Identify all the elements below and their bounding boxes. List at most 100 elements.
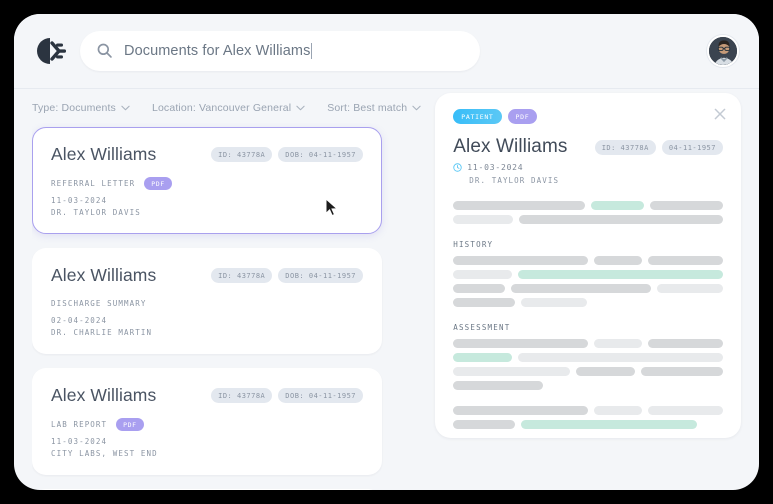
search-value: Documents for Alex Williams xyxy=(124,43,311,59)
app-logo[interactable] xyxy=(32,33,68,69)
skeleton-bar xyxy=(648,256,723,265)
skeleton-bar xyxy=(453,339,589,348)
skeleton-row xyxy=(453,339,723,348)
skeleton-bar xyxy=(453,367,571,376)
detail-date: 11-03-2024 xyxy=(467,163,524,172)
results-list[interactable]: Alex Williams ID: 43778A DOB: 04-11-1957… xyxy=(32,123,421,490)
skeleton-bar xyxy=(576,367,636,376)
result-name: Alex Williams xyxy=(51,385,157,406)
skeleton-row xyxy=(453,406,723,415)
app-header: Documents for Alex Williams xyxy=(14,14,759,88)
skeleton-bar xyxy=(594,406,643,415)
skeleton-row xyxy=(453,201,723,210)
skeleton-bar xyxy=(453,215,513,224)
skeleton-bar xyxy=(453,201,585,210)
id-badge: ID: 43778A xyxy=(211,147,273,162)
result-date: 11-03-2024 xyxy=(51,437,108,447)
search-input[interactable]: Documents for Alex Williams xyxy=(80,31,480,71)
filter-location[interactable]: Location: Vancouver General xyxy=(152,102,305,114)
detail-doctor: DR. TAYLOR DAVIS xyxy=(469,176,560,185)
result-card[interactable]: Alex Williams ID: 43778A DOB: 04-11-1957… xyxy=(32,368,382,476)
result-name: Alex Williams xyxy=(51,144,157,164)
filter-location-label: Location: Vancouver General xyxy=(151,102,292,114)
section-title-assessment: ASSESSMENT xyxy=(453,323,511,332)
result-card-header: Alex Williams ID: 43778A DOB: 04-11-1957 xyxy=(51,265,363,286)
detail-date-row: 11-03-2024 xyxy=(453,163,723,172)
result-badges: ID: 43778A DOB: 04-11-1957 xyxy=(211,147,363,162)
skeleton-row xyxy=(453,284,723,293)
detail-id-badges: ID: 43778A 04-11-1957 xyxy=(594,139,723,155)
filter-sort[interactable]: Sort: Best match xyxy=(327,102,421,114)
result-card-header: Alex Williams ID: 43778A DOB: 04-11-1957 xyxy=(51,385,363,406)
search-icon xyxy=(96,42,114,60)
filter-type[interactable]: Type: Documents xyxy=(32,102,130,114)
detail-column: PATIENT PDF Alex Williams ID: 43778A 04-… xyxy=(421,89,759,490)
skeleton-bar xyxy=(517,353,723,362)
chevron-down-icon xyxy=(296,105,305,111)
filter-bar: Type: Documents Location: Vancouver Gene… xyxy=(32,89,421,123)
result-card[interactable]: Alexa Williamson ID: 68793A DOB: 11-07-1… xyxy=(32,489,382,490)
result-doctype: LAB REPORT xyxy=(51,419,108,429)
id-badge: ID: 43778A xyxy=(211,388,273,404)
id-badge: ID: 43778A xyxy=(211,268,273,284)
avatar[interactable] xyxy=(707,35,739,67)
chevron-down-icon xyxy=(121,105,130,111)
skeleton-row xyxy=(453,420,723,429)
dob-badge: DOB: 04-11-1957 xyxy=(278,268,363,284)
skeleton-bar xyxy=(594,256,643,265)
result-badges: ID: 43778A DOB: 04-11-1957 xyxy=(211,268,363,284)
app-body: Type: Documents Location: Vancouver Gene… xyxy=(14,89,759,490)
skeleton-bar xyxy=(453,420,516,429)
app-window: Documents for Alex Williams Type: Docume… xyxy=(14,14,759,490)
skeleton-bar xyxy=(590,201,645,210)
result-doctype: DISCHARGE SUMMARY xyxy=(51,299,147,309)
skeleton-row xyxy=(453,298,723,307)
close-icon[interactable] xyxy=(713,107,727,121)
detail-patient-name: Alex Williams xyxy=(453,136,568,157)
file-type-badge: PDF xyxy=(144,177,172,190)
patient-badge: PATIENT xyxy=(453,109,502,124)
clock-icon xyxy=(453,163,462,172)
skeleton-bar xyxy=(521,420,698,429)
detail-intro-skeleton xyxy=(453,201,723,224)
result-source: CITY LABS, WEST END xyxy=(51,448,158,458)
dob-badge: DOB: 04-11-1957 xyxy=(278,388,363,404)
skeleton-bar xyxy=(453,256,589,265)
skeleton-bar xyxy=(510,284,651,293)
result-doctype: REFERRAL LETTER xyxy=(51,178,136,188)
screen: Documents for Alex Williams Type: Docume… xyxy=(0,0,773,504)
text-caret xyxy=(311,43,313,59)
pdf-badge: PDF xyxy=(507,109,538,124)
result-name: Alex Williams xyxy=(51,265,157,286)
skeleton-bar xyxy=(453,270,512,279)
filter-sort-label: Sort: Best match xyxy=(327,102,408,114)
result-badges: ID: 43778A DOB: 04-11-1957 xyxy=(211,388,363,404)
mouse-cursor xyxy=(325,198,339,217)
result-card-header: Alex Williams ID: 43778A DOB: 04-11-1957 xyxy=(51,144,363,165)
skeleton-bar xyxy=(453,406,589,415)
skeleton-bar xyxy=(517,270,723,279)
document-detail-panel: PATIENT PDF Alex Williams ID: 43778A 04-… xyxy=(435,93,741,438)
skeleton-bar xyxy=(453,284,505,293)
skeleton-bar xyxy=(650,201,723,210)
id-badge: ID: 43778A xyxy=(594,139,656,155)
skeleton-bar xyxy=(594,339,643,348)
dob-badge: DOB: 04-11-1957 xyxy=(278,147,363,162)
detail-badges: PATIENT PDF xyxy=(453,109,723,124)
dob-badge: 04-11-1957 xyxy=(661,139,723,155)
result-card[interactable]: Alex Williams ID: 43778A DOB: 04-11-1957… xyxy=(32,248,382,355)
chevron-down-icon xyxy=(412,105,421,111)
skeleton-bar xyxy=(521,298,588,307)
skeleton-bar xyxy=(453,298,516,307)
detail-assessment-section: ASSESSMENT xyxy=(453,323,724,390)
result-doctype-row: DISCHARGE SUMMARY xyxy=(51,298,363,310)
result-source: DR. TAYLOR DAVIS xyxy=(51,207,141,217)
result-source: DR. CHARLIE MARTIN xyxy=(51,327,153,337)
result-card[interactable]: Alex Williams ID: 43778A DOB: 04-11-1957… xyxy=(32,127,382,235)
results-column: Type: Documents Location: Vancouver Gene… xyxy=(14,89,421,490)
skeleton-bar xyxy=(648,339,723,348)
detail-title-row: Alex Williams ID: 43778A 04-11-1957 xyxy=(453,136,723,158)
skeleton-row xyxy=(453,215,723,224)
result-date: 11-03-2024 xyxy=(51,196,108,205)
skeleton-bar xyxy=(453,353,512,362)
